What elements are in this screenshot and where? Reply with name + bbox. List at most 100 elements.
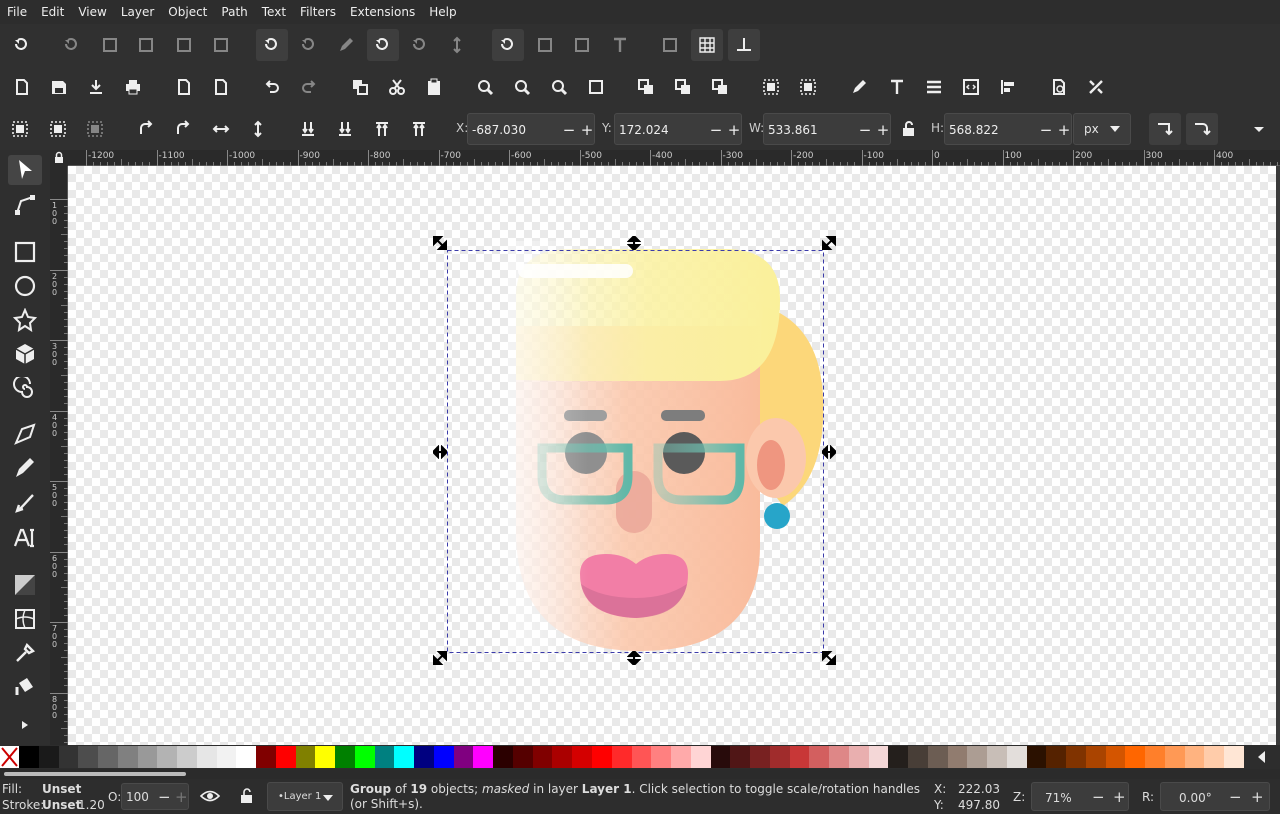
lower-button[interactable] [329, 113, 361, 145]
menu-view[interactable]: View [71, 0, 113, 24]
x-increment-button[interactable]: + [580, 121, 594, 139]
palette-swatch[interactable] [117, 746, 139, 768]
palette-menu-button[interactable] [1246, 746, 1276, 768]
palette-swatch[interactable] [216, 746, 237, 768]
rotation-spinbox[interactable]: 0.00° − + [1160, 782, 1270, 811]
ellipse-tool[interactable] [8, 271, 42, 301]
palette-swatch[interactable] [1105, 746, 1126, 768]
snap-rotation-center-button[interactable] [566, 29, 598, 61]
palette-swatch[interactable] [394, 746, 415, 768]
horizontal-scrollbar[interactable] [0, 769, 1280, 779]
opacity-spinbox[interactable]: 100 − + [121, 783, 189, 810]
palette-swatch[interactable] [591, 746, 613, 768]
palette-swatch[interactable] [433, 746, 455, 768]
zoom-in-button[interactable]: + [1113, 788, 1126, 806]
snap-toggle-button[interactable] [6, 29, 38, 61]
snap-bbox-button[interactable] [56, 29, 88, 61]
palette-swatch[interactable] [315, 746, 336, 768]
menu-layer[interactable]: Layer [114, 0, 161, 24]
palette-swatch[interactable] [947, 746, 968, 768]
snap-grid-button[interactable] [691, 29, 723, 61]
more-tools[interactable] [8, 710, 42, 740]
rotate-cw-button[interactable]: + [1251, 788, 1264, 806]
group-button[interactable] [630, 71, 662, 103]
palette-swatch[interactable] [1164, 746, 1186, 768]
export-button[interactable] [205, 71, 237, 103]
palette-swatch[interactable] [651, 746, 672, 768]
snap-bbox-edge-button[interactable] [94, 29, 126, 61]
palette-swatch[interactable] [374, 746, 395, 768]
stroke-width[interactable]: 1.20 [78, 798, 105, 812]
palette-swatch[interactable] [1085, 746, 1107, 768]
layer-lock-toggle[interactable] [239, 788, 255, 807]
text-tool[interactable] [8, 523, 42, 553]
h-increment-button[interactable]: + [1057, 121, 1071, 139]
flip-vertical-button[interactable] [242, 113, 274, 145]
handle-middle-left[interactable] [433, 445, 447, 459]
snap-center-button[interactable] [529, 29, 561, 61]
palette-swatch[interactable] [908, 746, 929, 768]
unit-select[interactable]: px [1073, 113, 1131, 145]
opacity-increment[interactable]: + [175, 788, 188, 806]
menu-filters[interactable]: Filters [293, 0, 343, 24]
import-button[interactable] [168, 71, 200, 103]
raise-button[interactable] [366, 113, 398, 145]
palette-swatch[interactable] [967, 746, 988, 768]
palette-swatch[interactable] [848, 746, 870, 768]
snap-text-baseline-button[interactable] [604, 29, 636, 61]
spiral-tool[interactable] [8, 374, 42, 404]
redo-button[interactable] [293, 71, 325, 103]
stroke-value[interactable]: Unset [42, 798, 81, 812]
palette-swatch[interactable] [1184, 746, 1205, 768]
palette-swatch[interactable] [1026, 746, 1047, 768]
palette-swatch[interactable] [157, 746, 178, 768]
menu-object[interactable]: Object [161, 0, 214, 24]
h-spinbox[interactable]: − + [944, 113, 1072, 145]
palette-swatch[interactable] [552, 746, 573, 768]
w-decrement-button[interactable]: − [858, 121, 872, 139]
scroll-thumb[interactable] [4, 772, 186, 776]
bezier-tool[interactable] [8, 419, 42, 449]
handle-top-left[interactable] [433, 236, 447, 250]
snap-page-button[interactable] [654, 29, 686, 61]
palette-swatch[interactable] [137, 746, 158, 768]
palette-swatch[interactable] [196, 746, 218, 768]
w-spinbox[interactable]: − + [763, 113, 891, 145]
vertical-scrollbar[interactable] [1276, 166, 1280, 745]
gradient-tool[interactable] [8, 570, 42, 600]
clone-button[interactable] [704, 71, 736, 103]
handle-top-center[interactable] [627, 236, 641, 250]
zoom-selection-button[interactable] [469, 71, 501, 103]
snap-bbox-midpoint-button[interactable] [168, 29, 200, 61]
star-tool[interactable] [8, 305, 42, 335]
handle-bottom-center[interactable] [627, 651, 641, 665]
scale-stroke-toggle[interactable] [1149, 113, 1181, 145]
palette-swatch[interactable] [177, 746, 198, 768]
palette-swatch[interactable] [335, 746, 356, 768]
snap-others-button[interactable] [492, 29, 524, 61]
palette-swatch[interactable] [473, 746, 494, 768]
mesh-tool[interactable] [8, 604, 42, 634]
palette-swatch[interactable] [927, 746, 949, 768]
palette-swatch[interactable] [572, 746, 593, 768]
handle-bottom-left[interactable] [433, 651, 447, 665]
layer-select[interactable]: •Layer 1 [267, 782, 343, 811]
text-and-font-button[interactable] [881, 71, 913, 103]
palette-swatch[interactable] [730, 746, 751, 768]
3d-box-tool[interactable] [8, 339, 42, 369]
dropper-tool[interactable] [8, 638, 42, 668]
palette-swatch[interactable] [769, 746, 791, 768]
open-button[interactable] [43, 71, 75, 103]
selector-tool[interactable] [8, 155, 42, 185]
palette-swatch[interactable] [1046, 746, 1067, 768]
x-spinbox[interactable]: − + [467, 113, 595, 145]
node-tool[interactable] [8, 190, 42, 220]
rotate-ccw-button[interactable]: − [1229, 788, 1242, 806]
palette-swatch[interactable] [1145, 746, 1166, 768]
zoom-page-button[interactable] [543, 71, 575, 103]
palette-swatch[interactable] [1125, 746, 1146, 768]
rotate-cw-button[interactable] [167, 113, 199, 145]
palette-swatch[interactable] [275, 746, 297, 768]
palette-swatch[interactable] [888, 746, 909, 768]
palette-swatch[interactable] [809, 746, 830, 768]
